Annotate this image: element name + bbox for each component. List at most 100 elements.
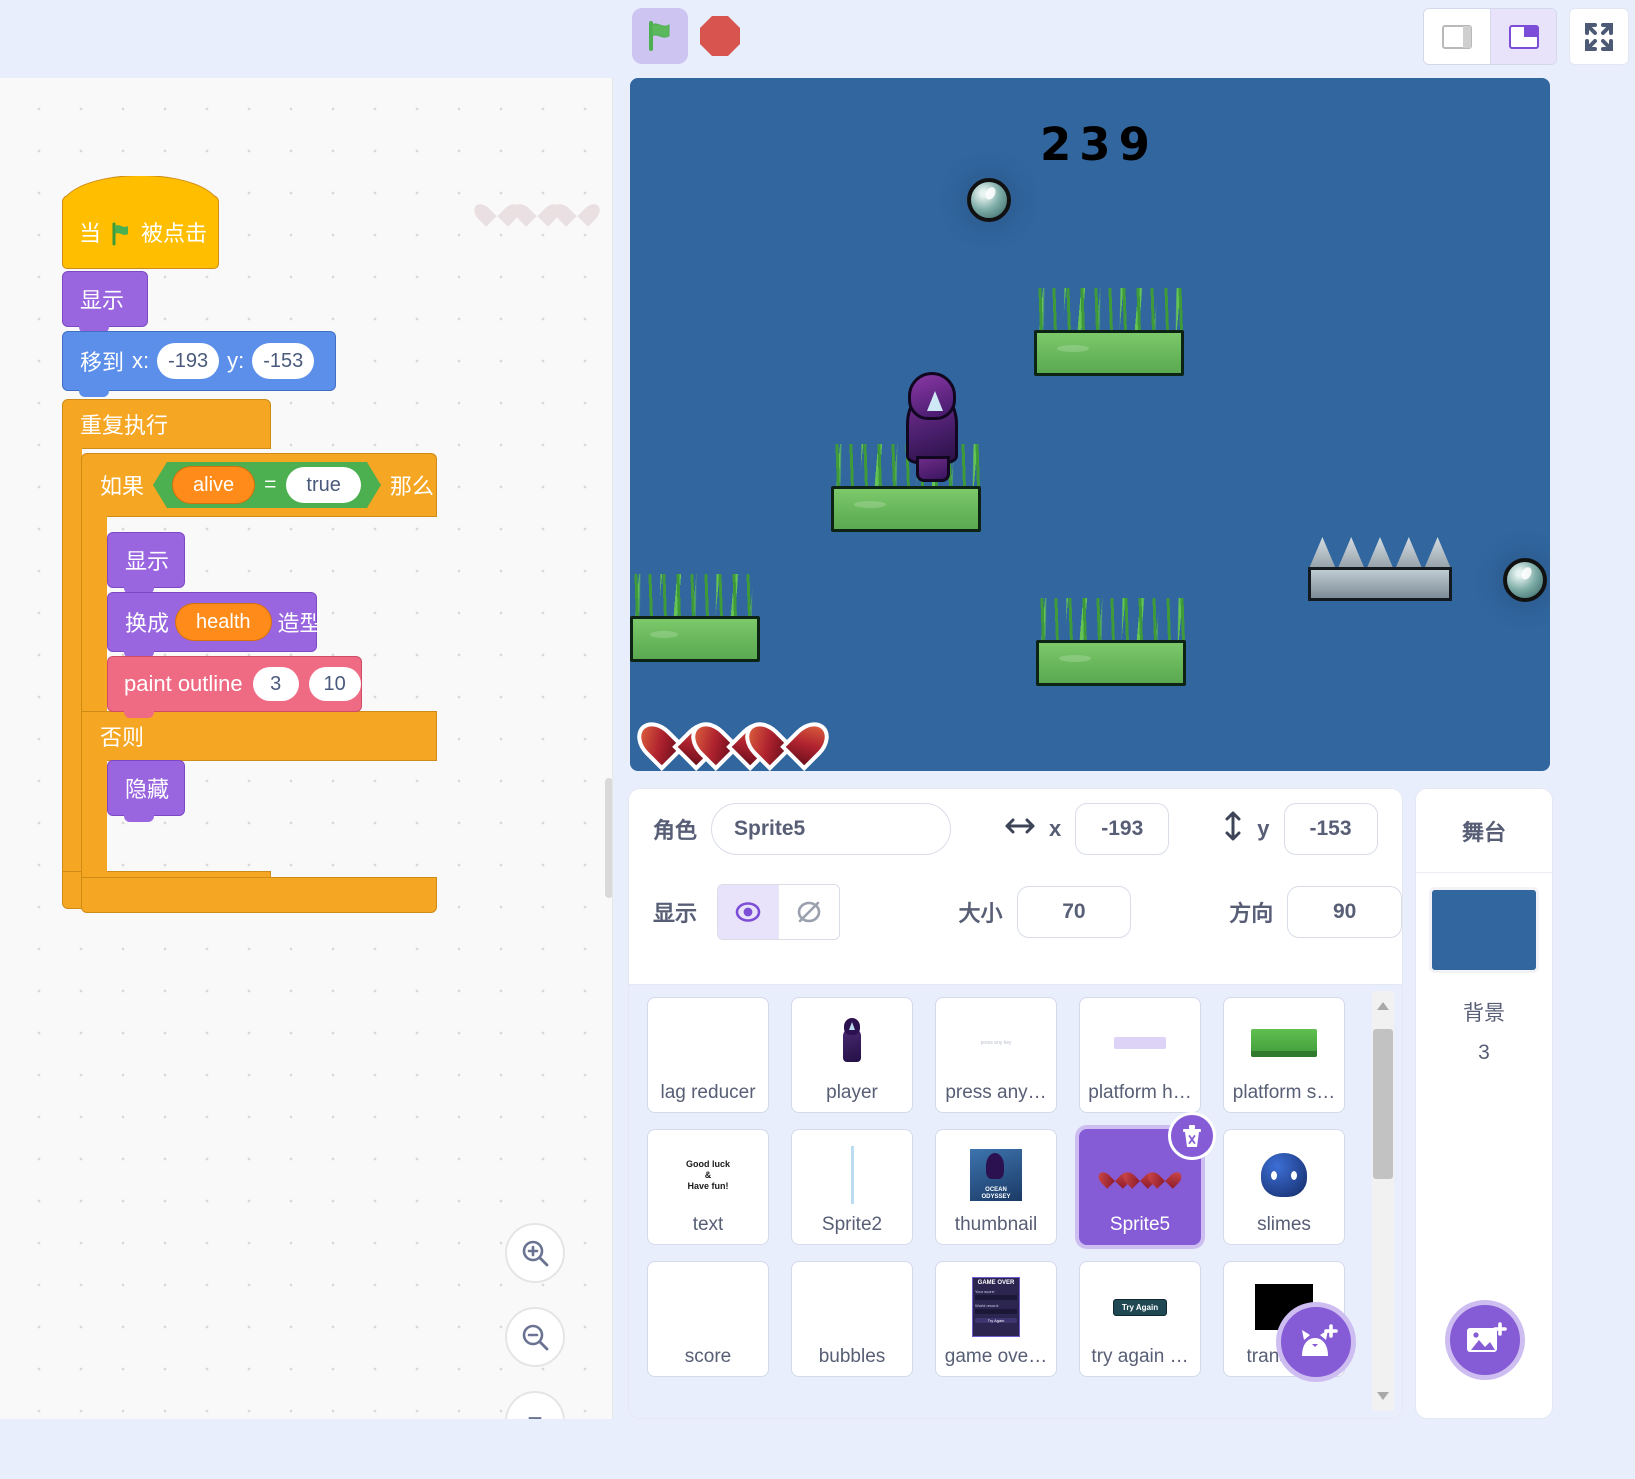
- block-paint-outline[interactable]: paint outline 3 10: [108, 657, 361, 711]
- code-vertical-scrollbar[interactable]: [605, 778, 613, 898]
- sprite-tile-thumbnail[interactable]: OCEANODYSSEYthumbnail: [935, 1129, 1057, 1245]
- goto-x-input[interactable]: -193: [157, 343, 219, 379]
- block-when-flag-clicked[interactable]: 当 被点击: [63, 196, 218, 268]
- sprite-name-input[interactable]: Sprite5: [711, 803, 951, 855]
- y-axis-icon: [1223, 811, 1243, 848]
- sprite-tile-label: bubbles: [819, 1346, 886, 1368]
- equals-sign: =: [264, 473, 276, 497]
- add-sprite-button[interactable]: [1276, 1302, 1356, 1382]
- sprite-tile-sprite2[interactable]: Sprite2: [791, 1129, 913, 1245]
- stage-thumbnail[interactable]: [1429, 887, 1539, 973]
- variable-alive[interactable]: alive: [173, 467, 254, 503]
- lives-display: [654, 709, 812, 755]
- zoom-in-button[interactable]: [505, 1223, 565, 1283]
- sprite-x-input[interactable]: -193: [1075, 803, 1169, 855]
- code-canvas[interactable]: 当 被点击 显示 移到 x: -193 y: -153: [0, 78, 613, 1419]
- costume-name-input[interactable]: health: [176, 604, 271, 640]
- block-switch-costume[interactable]: 换成 health 造型: [108, 593, 316, 651]
- platform-body: [1034, 330, 1184, 376]
- block-label: 造型: [278, 606, 322, 638]
- thumb-gameover-icon: GAME OVERYour score:World record:Try Aga…: [972, 1277, 1020, 1337]
- block-show-inner[interactable]: 显示: [108, 533, 184, 587]
- platform-sprite: [630, 574, 760, 662]
- sprite-tile-bubbles[interactable]: bubbles: [791, 1261, 913, 1377]
- sprite-thumbnail: [1224, 1138, 1344, 1212]
- hide-sprite-button[interactable]: [778, 885, 838, 939]
- scroll-up-arrow-icon[interactable]: [1372, 991, 1394, 1021]
- add-backdrop-button[interactable]: [1445, 1300, 1525, 1380]
- platform-sprite: [1034, 288, 1184, 376]
- sprite-thumbnail: [792, 1270, 912, 1344]
- block-show[interactable]: 显示: [63, 272, 147, 326]
- sprite-tile-game-ove[interactable]: GAME OVERYour score:World record:Try Aga…: [935, 1261, 1057, 1377]
- block-if-else[interactable]: 如果 alive = true 那么 否则: [82, 454, 436, 516]
- stop-icon: [700, 16, 740, 56]
- block-else-header[interactable]: 否则: [82, 712, 436, 760]
- thumb-slime-icon: [1261, 1153, 1307, 1197]
- block-label: 当: [79, 216, 101, 248]
- life-heart-icon: [762, 709, 812, 755]
- spikes-sprite: [1308, 537, 1452, 605]
- fullscreen-button[interactable]: [1569, 8, 1629, 65]
- zoom-in-icon: [520, 1238, 550, 1268]
- sprite-tile-label: Sprite2: [822, 1214, 882, 1236]
- sprite-list[interactable]: lag reducerplayerpress any keypress any……: [629, 984, 1403, 1419]
- sprite-tile-label: score: [685, 1346, 731, 1368]
- sprite-tile-platform-h[interactable]: platform h…: [1079, 997, 1201, 1113]
- sprite-tile-label: Sprite5: [1110, 1214, 1170, 1236]
- green-flag-icon: [644, 20, 676, 52]
- ghost-hearts-costume: [482, 194, 592, 222]
- large-stage-button[interactable]: [1490, 9, 1556, 64]
- block-if-else-footer: [82, 878, 436, 912]
- block-hide[interactable]: 隐藏: [108, 761, 184, 815]
- small-stage-button[interactable]: [1424, 9, 1490, 64]
- block-forever-header[interactable]: 重复执行: [63, 400, 270, 448]
- sprite-tile-text[interactable]: Good luck&Have fun!text: [647, 1129, 769, 1245]
- bubble-sprite: [967, 178, 1011, 222]
- scrollbar-thumb[interactable]: [1373, 1029, 1393, 1179]
- sprite-tile-platform-s[interactable]: platform s…: [1223, 997, 1345, 1113]
- sprite-tile-sprite5[interactable]: Sprite5: [1079, 1129, 1201, 1245]
- sprite-thumbnail: [648, 1270, 768, 1344]
- sprite-tile-try-again[interactable]: Try Againtry again …: [1079, 1261, 1201, 1377]
- platform-body: [630, 616, 760, 662]
- block-label: paint outline: [124, 671, 243, 697]
- spike-teeth: [1308, 537, 1452, 571]
- direction-label: 方向: [1229, 896, 1273, 928]
- green-flag-button[interactable]: [632, 8, 688, 64]
- x-label: x: [1049, 816, 1061, 842]
- sprite-tile-slimes[interactable]: slimes: [1223, 1129, 1345, 1245]
- block-forever[interactable]: 重复执行 ↻: [63, 400, 270, 448]
- paint-outline-arg2[interactable]: 10: [309, 667, 361, 701]
- show-sprite-button[interactable]: [718, 885, 778, 939]
- sprite-tile-player[interactable]: player: [791, 997, 913, 1113]
- stage-view[interactable]: 239: [630, 78, 1550, 771]
- sprite-direction-input[interactable]: 90: [1287, 886, 1402, 938]
- zoom-out-button[interactable]: [505, 1307, 565, 1367]
- block-if-header[interactable]: 如果 alive = true 那么: [82, 454, 436, 516]
- sprite-tile-lag-reducer[interactable]: lag reducer: [647, 997, 769, 1113]
- equals-value-input[interactable]: true: [286, 467, 360, 503]
- goto-y-input[interactable]: -153: [252, 343, 314, 379]
- sprite-tile-label: slimes: [1257, 1214, 1311, 1236]
- sprite-list-scrollbar[interactable]: [1372, 991, 1394, 1411]
- paint-outline-arg1[interactable]: 3: [253, 667, 299, 701]
- sprite-thumbnail: [648, 1006, 768, 1080]
- zoom-reset-button[interactable]: =: [505, 1391, 565, 1419]
- block-if-arm: [82, 516, 107, 712]
- sprite-size-input[interactable]: 70: [1017, 886, 1132, 938]
- sprite-tile-score[interactable]: score: [647, 1261, 769, 1377]
- ghost-heart-icon: [562, 194, 592, 222]
- sprite-tile-press-any[interactable]: press any keypress any…: [935, 997, 1057, 1113]
- block-forever-arm: [63, 448, 82, 872]
- delete-sprite-button[interactable]: [1168, 1112, 1216, 1160]
- block-equals-operator[interactable]: alive = true: [153, 462, 381, 508]
- block-goto-xy[interactable]: 移到 x: -193 y: -153: [63, 332, 335, 390]
- player-hood: [908, 372, 956, 420]
- scroll-down-arrow-icon[interactable]: [1372, 1381, 1394, 1411]
- sprite-y-input[interactable]: -153: [1284, 803, 1378, 855]
- visibility-label: 显示: [653, 896, 697, 928]
- sprite-thumbnail: Good luck&Have fun!: [648, 1138, 768, 1212]
- sprite-info-row-1: 角色 Sprite5 x -193 y -153: [629, 789, 1402, 869]
- stop-button[interactable]: [698, 14, 742, 58]
